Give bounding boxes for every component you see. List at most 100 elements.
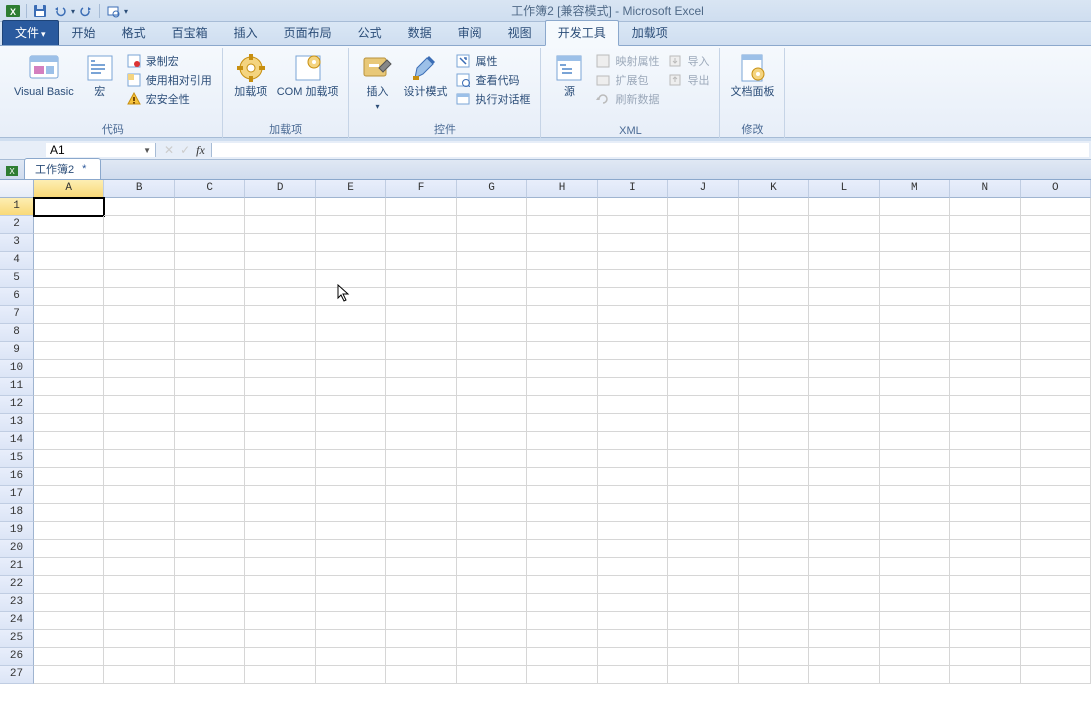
cell[interactable] xyxy=(880,198,950,216)
cell[interactable] xyxy=(668,288,738,306)
cell[interactable] xyxy=(527,252,597,270)
row-header[interactable]: 7 xyxy=(0,306,34,324)
cell[interactable] xyxy=(175,540,245,558)
cell[interactable] xyxy=(386,450,456,468)
cell[interactable] xyxy=(245,594,315,612)
cell[interactable] xyxy=(809,432,879,450)
cell[interactable] xyxy=(668,432,738,450)
undo-dropdown-icon[interactable]: ▾ xyxy=(71,7,75,16)
row-header[interactable]: 12 xyxy=(0,396,34,414)
column-header[interactable]: C xyxy=(175,180,245,198)
cell[interactable] xyxy=(245,450,315,468)
cell[interactable] xyxy=(598,306,668,324)
cell[interactable] xyxy=(809,306,879,324)
cell[interactable] xyxy=(316,504,386,522)
cell[interactable] xyxy=(668,450,738,468)
cell[interactable] xyxy=(880,648,950,666)
cell[interactable] xyxy=(34,414,104,432)
cell[interactable] xyxy=(457,324,527,342)
cell[interactable] xyxy=(34,342,104,360)
excel-icon[interactable]: X xyxy=(4,2,22,20)
cell[interactable] xyxy=(1021,522,1091,540)
cell[interactable] xyxy=(386,216,456,234)
record-macro-button[interactable]: 录制宏 xyxy=(122,52,216,70)
cell[interactable] xyxy=(316,342,386,360)
cell[interactable] xyxy=(950,558,1020,576)
cell[interactable] xyxy=(739,504,809,522)
cell[interactable] xyxy=(457,378,527,396)
cell[interactable] xyxy=(245,378,315,396)
cell[interactable] xyxy=(880,558,950,576)
tab-7[interactable]: 审阅 xyxy=(445,20,495,45)
row-header[interactable]: 22 xyxy=(0,576,34,594)
cell[interactable] xyxy=(1021,288,1091,306)
cell[interactable] xyxy=(316,396,386,414)
cell[interactable] xyxy=(104,378,174,396)
tab-4[interactable]: 页面布局 xyxy=(271,20,345,45)
cell[interactable] xyxy=(245,342,315,360)
tab-10[interactable]: 加载项 xyxy=(619,20,681,45)
cell[interactable] xyxy=(739,558,809,576)
cell[interactable] xyxy=(245,360,315,378)
cell[interactable] xyxy=(34,468,104,486)
cell[interactable] xyxy=(809,342,879,360)
cell[interactable] xyxy=(527,342,597,360)
cell[interactable] xyxy=(809,540,879,558)
cell[interactable] xyxy=(1021,450,1091,468)
cell[interactable] xyxy=(457,468,527,486)
workbook-tab[interactable]: 工作簿2* xyxy=(24,158,101,179)
cell[interactable] xyxy=(527,558,597,576)
cell[interactable] xyxy=(457,252,527,270)
row-header[interactable]: 2 xyxy=(0,216,34,234)
cell[interactable] xyxy=(950,324,1020,342)
cell[interactable] xyxy=(527,378,597,396)
cell[interactable] xyxy=(457,648,527,666)
cell[interactable] xyxy=(457,414,527,432)
cell[interactable] xyxy=(175,396,245,414)
cell[interactable] xyxy=(739,576,809,594)
cell[interactable] xyxy=(598,198,668,216)
cell[interactable] xyxy=(104,612,174,630)
cell[interactable] xyxy=(316,558,386,576)
column-header[interactable]: A xyxy=(34,180,104,198)
cell[interactable] xyxy=(316,522,386,540)
xml-source-button[interactable]: 源 xyxy=(547,50,591,101)
cell[interactable] xyxy=(316,378,386,396)
cell[interactable] xyxy=(809,234,879,252)
cell[interactable] xyxy=(809,468,879,486)
cell[interactable] xyxy=(880,324,950,342)
cell[interactable] xyxy=(386,234,456,252)
cell[interactable] xyxy=(739,360,809,378)
cell[interactable] xyxy=(34,324,104,342)
cell[interactable] xyxy=(175,468,245,486)
row-header[interactable]: 16 xyxy=(0,468,34,486)
cell[interactable] xyxy=(809,594,879,612)
insert-control-button[interactable]: 插入▾ xyxy=(355,50,399,114)
cell[interactable] xyxy=(950,252,1020,270)
cell[interactable] xyxy=(104,558,174,576)
cell[interactable] xyxy=(809,252,879,270)
cell[interactable] xyxy=(880,270,950,288)
cell[interactable] xyxy=(527,576,597,594)
row-header[interactable]: 10 xyxy=(0,360,34,378)
cell[interactable] xyxy=(668,504,738,522)
cell[interactable] xyxy=(175,522,245,540)
cell[interactable] xyxy=(245,198,315,216)
cell[interactable] xyxy=(316,306,386,324)
cell[interactable] xyxy=(598,576,668,594)
tab-3[interactable]: 插入 xyxy=(221,20,271,45)
cell[interactable] xyxy=(175,306,245,324)
cell[interactable] xyxy=(1021,612,1091,630)
cell[interactable] xyxy=(245,234,315,252)
cell[interactable] xyxy=(739,306,809,324)
cell[interactable] xyxy=(598,414,668,432)
cell[interactable] xyxy=(950,666,1020,684)
cell[interactable] xyxy=(598,522,668,540)
row-header[interactable]: 23 xyxy=(0,594,34,612)
cell[interactable] xyxy=(175,234,245,252)
tab-1[interactable]: 格式 xyxy=(109,20,159,45)
cell[interactable] xyxy=(739,270,809,288)
cell[interactable] xyxy=(34,450,104,468)
cell[interactable] xyxy=(527,468,597,486)
cell[interactable] xyxy=(1021,468,1091,486)
